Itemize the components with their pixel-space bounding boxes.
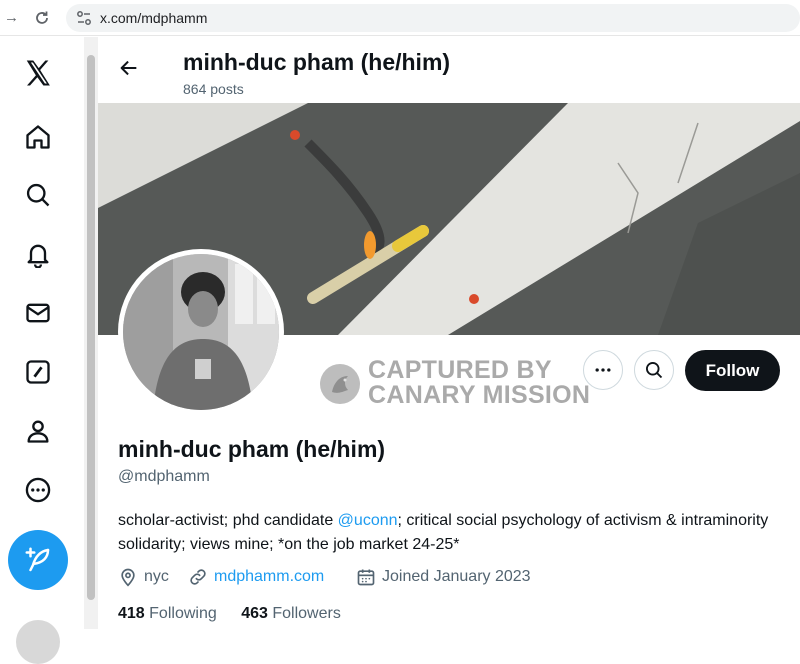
joined-text: Joined January 2023 (382, 568, 531, 585)
account-avatar[interactable] (16, 620, 60, 664)
profile-bio: scholar-activist; phd candidate @uconn; … (118, 509, 778, 557)
followers-link[interactable]: 463 Followers (241, 605, 341, 622)
mail-icon[interactable] (20, 295, 56, 331)
location-pin-icon (121, 568, 135, 587)
bio-text: scholar-activist; phd candidate (118, 512, 338, 529)
following-label: Following (149, 605, 217, 622)
profile-handle: @mdphamm (118, 468, 210, 485)
profile-icon[interactable] (20, 413, 56, 449)
sidebar (0, 37, 82, 664)
url-text: x.com/mdphamm (100, 10, 208, 26)
watermark-line2: CANARY MISSION (368, 381, 591, 409)
more-options-button[interactable] (583, 350, 623, 390)
profile-header: minh-duc pham (he/him) 864 posts (98, 37, 800, 103)
ellipsis-icon (595, 368, 611, 372)
location-text: nyc (144, 568, 169, 585)
calendar-icon (357, 569, 375, 586)
post-count: 864 posts (183, 81, 244, 97)
followers-label: Followers (272, 605, 341, 622)
bio-mention-link[interactable]: @uconn (338, 512, 398, 529)
joined-item: Joined January 2023 (356, 567, 531, 587)
x-logo-icon[interactable] (20, 55, 56, 91)
compose-post-button[interactable] (8, 530, 68, 590)
more-icon[interactable] (20, 472, 56, 508)
profile-avatar[interactable] (118, 249, 284, 415)
feather-plus-icon (25, 547, 50, 572)
link-icon (190, 569, 206, 585)
grok-icon[interactable] (20, 354, 56, 390)
avatar-photo (123, 254, 279, 410)
canary-logo-icon (320, 364, 360, 404)
follow-button[interactable]: Follow (685, 350, 780, 391)
website-link[interactable]: mdphamm.com (214, 568, 324, 586)
scrollbar[interactable] (84, 37, 98, 629)
location-item: nyc (118, 567, 169, 587)
site-settings-icon[interactable] (76, 10, 92, 26)
search-icon[interactable] (20, 177, 56, 213)
home-icon[interactable] (20, 119, 56, 155)
watermark-line1: CAPTURED BY (368, 356, 552, 384)
header-title: minh-duc pham (he/him) (183, 49, 451, 75)
reload-icon[interactable] (34, 10, 50, 26)
followers-count: 463 (241, 605, 268, 622)
profile-name: minh-duc pham (he/him) (118, 436, 386, 462)
scrollbar-thumb[interactable] (87, 55, 95, 600)
back-arrow-icon[interactable] (118, 57, 140, 79)
browser-toolbar: → x.com/mdphamm (0, 0, 800, 36)
bell-icon[interactable] (20, 236, 56, 272)
follow-counts: 418 Following 463 Followers (118, 605, 341, 623)
forward-arrow-icon[interactable]: → (4, 9, 19, 26)
following-count: 418 (118, 605, 145, 622)
following-link[interactable]: 418 Following (118, 605, 217, 622)
address-bar[interactable]: x.com/mdphamm (66, 4, 800, 32)
website-item: mdphamm.com (188, 567, 324, 587)
search-icon (646, 362, 663, 379)
search-profile-button[interactable] (634, 350, 674, 390)
